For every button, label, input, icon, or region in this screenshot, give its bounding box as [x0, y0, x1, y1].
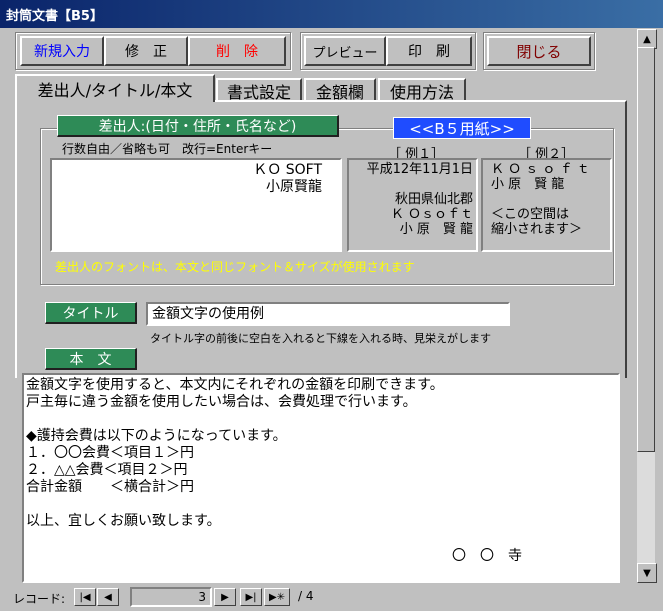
scroll-up-icon[interactable]: ▲: [637, 29, 657, 49]
record-total: / 4: [298, 589, 314, 603]
preview-button[interactable]: プレビュー: [304, 36, 386, 66]
last-record-icon[interactable]: ▶|: [240, 588, 262, 606]
close-button[interactable]: 閉じる: [487, 36, 591, 66]
tab-format-settings[interactable]: 書式設定: [216, 78, 302, 102]
example2-box: Ｋ Ｏ ｓ ｏ ｆ ｔ 小 原 賢 龍 ＜この空間は 縮小されます＞: [481, 158, 612, 252]
vertical-scrollbar[interactable]: ▲ ▼: [637, 29, 657, 583]
title-input[interactable]: 金額文字の使用例: [146, 302, 510, 326]
first-record-icon[interactable]: |◀: [74, 588, 96, 606]
sender-font-note: 差出人のフォントは、本文と同じフォント＆サイズが使用されます: [55, 260, 415, 274]
sender-hint: 行数自由／省略も可 改行=Enterキー: [62, 142, 273, 156]
body-text: 金額文字を使用すると、本文内にそれぞれの金額を印刷できます。 戸主毎に違う金額を…: [26, 377, 444, 529]
tab-amount-field[interactable]: 金額欄: [304, 78, 376, 102]
sender-group-label: 差出人:(日付・住所・氏名など): [57, 115, 339, 137]
tab-usage[interactable]: 使用方法: [378, 78, 466, 102]
example2-body: Ｋ Ｏ ｓ ｏ ｆ ｔ 小 原 賢 龍 ＜この空間は 縮小されます＞: [491, 162, 590, 237]
title-hint: タイトル字の前後に空白を入れると下線を入れる時、見栄えがします: [150, 332, 491, 345]
print-button[interactable]: 印 刷: [386, 36, 472, 66]
scrollbar-thumb[interactable]: [637, 47, 655, 452]
record-navigator: レコード: |◀ ◀ 3 ▶ ▶| ▶✳ / 4: [0, 584, 663, 611]
record-label: レコード:: [13, 592, 66, 606]
sender-input[interactable]: ＫＯ SOFT 小原賢龍: [50, 158, 342, 252]
prev-record-icon[interactable]: ◀: [97, 588, 119, 606]
title-label: タイトル: [45, 302, 137, 324]
paper-size-badge: <<B５用紙>>: [393, 117, 531, 139]
next-record-icon[interactable]: ▶: [214, 588, 236, 606]
edit-button[interactable]: 修 正: [104, 36, 188, 66]
new-record-icon[interactable]: ▶✳: [264, 588, 290, 606]
body-signature: 〇 〇 寺: [452, 548, 522, 564]
new-entry-button[interactable]: 新規入力: [20, 36, 104, 66]
sender-input-text: ＫＯ SOFT 小原賢龍: [253, 162, 322, 195]
scroll-down-icon[interactable]: ▼: [637, 563, 657, 583]
example1-box: 平成12年11月1日 秋田県仙北郡 Ｋ Ｏｓｏｆｔ 小 原 賢 龍: [347, 158, 478, 252]
example1-body: 平成12年11月1日 秋田県仙北郡 Ｋ Ｏｓｏｆｔ 小 原 賢 龍: [366, 162, 473, 237]
record-number-input[interactable]: 3: [130, 587, 212, 607]
body-textarea[interactable]: 金額文字を使用すると、本文内にそれぞれの金額を印刷できます。 戸主毎に違う金額を…: [22, 373, 620, 583]
delete-button[interactable]: 削 除: [188, 36, 286, 66]
title-bar: 封筒文書【B5】: [0, 0, 663, 28]
tab-sender-title-body[interactable]: 差出人/タイトル/本文: [15, 74, 215, 102]
window-title: 封筒文書【B5】: [6, 9, 103, 24]
body-label: 本 文: [45, 348, 137, 370]
